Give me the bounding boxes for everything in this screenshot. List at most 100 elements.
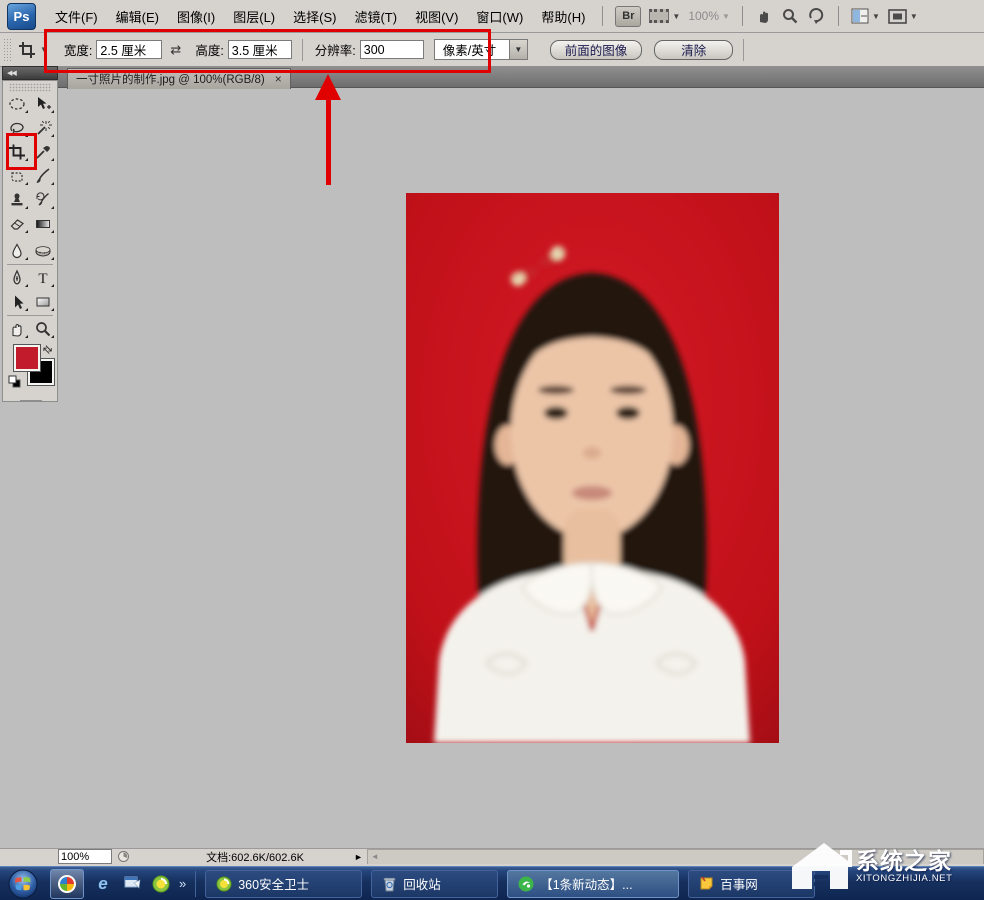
chevron-down-icon: ▼ [909,11,918,21]
close-icon[interactable]: × [275,72,282,86]
chevron-down-icon: ▼ [871,11,880,21]
foreground-color-swatch[interactable] [13,344,41,372]
bridge-launch-button[interactable]: Br [615,5,642,27]
resolution-unit-select[interactable]: 像素/英寸 ▼ [433,39,528,60]
blur-drop-icon [12,243,22,259]
resolution-input[interactable] [359,40,424,59]
annotation-arrow-line [326,98,331,185]
watermark-text: 系统之家 XITONGZHIJIA.NET [856,849,953,884]
watermark-subtitle: XITONGZHIJIA.NET [856,872,953,884]
lasso-tool[interactable] [4,116,30,140]
id-photo-girl-red-background [406,193,779,743]
zoom-tool-button[interactable] [781,7,799,25]
width-input[interactable] [96,40,163,59]
green-feed-icon [518,876,534,892]
scroll-left-icon[interactable]: ◄ [371,852,379,861]
pen-tool[interactable] [4,266,30,290]
filmstrip-icon [649,9,670,23]
menu-help[interactable]: 帮助(H) [532,3,594,30]
crop-tool-icon [19,41,35,58]
quicklaunch-show-desktop[interactable] [122,874,142,894]
extras-button[interactable]: ▼ [649,9,680,23]
watermark: 系统之家 XITONGZHIJIA.NET [790,833,982,899]
rectangle-tool[interactable] [30,290,56,314]
hand-tool-button[interactable] [755,7,773,25]
hand-icon [12,323,22,337]
menubar-separator [837,6,839,26]
eraser-tool[interactable] [4,212,30,236]
xitongzhijia-house-logo-icon [792,843,852,889]
swap-colors-icon[interactable]: ⇄ [40,342,56,357]
menu-window[interactable]: 窗口(W) [467,3,532,30]
tools-panel-collapse-button[interactable]: ◀◀ [2,66,58,80]
start-button[interactable] [8,869,38,899]
crop-tool[interactable] [4,140,30,164]
rotate-icon [809,8,824,24]
clone-stamp-tool[interactable] [4,188,30,212]
taskbar-button-new-feed[interactable]: 【1条新动态】... [507,869,680,898]
tool-options-bar: ▼ 宽度: ⇄ 高度: 分辨率: 像素/英寸 ▼ 前面的图像 清除 [0,33,984,67]
rectangle-shape-icon [36,297,50,307]
menu-filter[interactable]: 滤镜(T) [345,3,406,30]
menu-edit[interactable]: 编辑(E) [107,3,168,30]
gradient-tool[interactable] [30,212,56,236]
rotate-view-button[interactable] [807,7,826,25]
quicklaunch-overflow-chevron[interactable]: » [179,876,186,891]
sponge-tool[interactable] [30,239,56,263]
menu-view[interactable]: 视图(V) [406,3,467,30]
clear-button[interactable]: 清除 [654,39,734,60]
360-browser-icon [58,874,76,893]
status-zoom-input[interactable] [58,849,112,864]
zoom-level-menu[interactable]: 100% ▼ [688,9,730,23]
menu-layer[interactable]: 图层(L) [224,3,284,30]
taskbar-pinned-360-browser[interactable] [50,868,84,899]
eyedropper-tool[interactable] [30,140,56,164]
360-safe-icon [152,875,170,892]
history-brush-tool[interactable] [30,188,56,212]
hand-icon [759,11,768,23]
arrange-documents-button[interactable]: ▼ [851,8,880,24]
quicklaunch-internet-explorer[interactable]: e [93,874,113,894]
taskbar-button-360-safe[interactable]: 360安全卫士 [205,869,363,898]
chevron-down-icon: ▼ [722,11,730,21]
menu-file[interactable]: 文件(F) [46,3,107,30]
brush-icon [36,168,50,183]
default-colors-icon[interactable] [8,375,21,391]
elliptical-marquee-tool[interactable] [4,92,30,116]
stamp-icon [11,193,23,206]
brush-tool[interactable] [30,164,56,188]
options-separator [743,38,745,61]
chevron-down-icon: ▼ [40,45,48,54]
screen-mode-button[interactable]: ▼ [888,8,918,24]
type-icon: T [38,271,47,287]
path-selection-tool[interactable] [4,290,30,314]
document-tab[interactable]: 一寸照片的制作.jpg @ 100%(RGB/8) × [67,68,291,89]
magic-wand-tool[interactable] [30,116,56,140]
photoshop-window: Ps 文件(F) 编辑(E) 图像(I) 图层(L) 选择(S) 滤镜(T) 视… [0,0,984,900]
screen-mode-icon [888,8,907,24]
swap-dimensions-icon[interactable]: ⇄ [170,42,181,58]
hand-tool[interactable] [4,317,30,341]
zoom-tool[interactable] [30,317,56,341]
tool-preset-picker[interactable]: ▼ [17,40,48,60]
spot-healing-tool[interactable] [4,164,30,188]
menu-image[interactable]: 图像(I) [168,3,224,30]
tools-separator [7,315,53,316]
document-photo[interactable] [406,193,779,743]
menu-select[interactable]: 选择(S) [284,3,345,30]
photoshop-logo-icon[interactable]: Ps [7,2,36,30]
taskbar-button-recycle-bin[interactable]: 回收站 [371,869,499,898]
type-tool[interactable]: T [30,266,56,290]
status-menu-arrow-icon[interactable]: ► [354,852,363,862]
front-image-button[interactable]: 前面的图像 [549,39,643,60]
options-grip-handle[interactable] [3,37,11,62]
move-tool[interactable] [30,92,56,116]
tools-grip-handle[interactable] [9,83,51,92]
taskbar-button-label: 360安全卫士 [238,878,310,892]
resolution-unit-value: 像素/英寸 [442,44,497,58]
svg-text:T: T [38,271,47,287]
blur-tool[interactable] [4,239,30,263]
height-input[interactable] [227,40,292,59]
quicklaunch-360-safe[interactable] [151,874,171,894]
eyedropper-icon [36,146,50,159]
